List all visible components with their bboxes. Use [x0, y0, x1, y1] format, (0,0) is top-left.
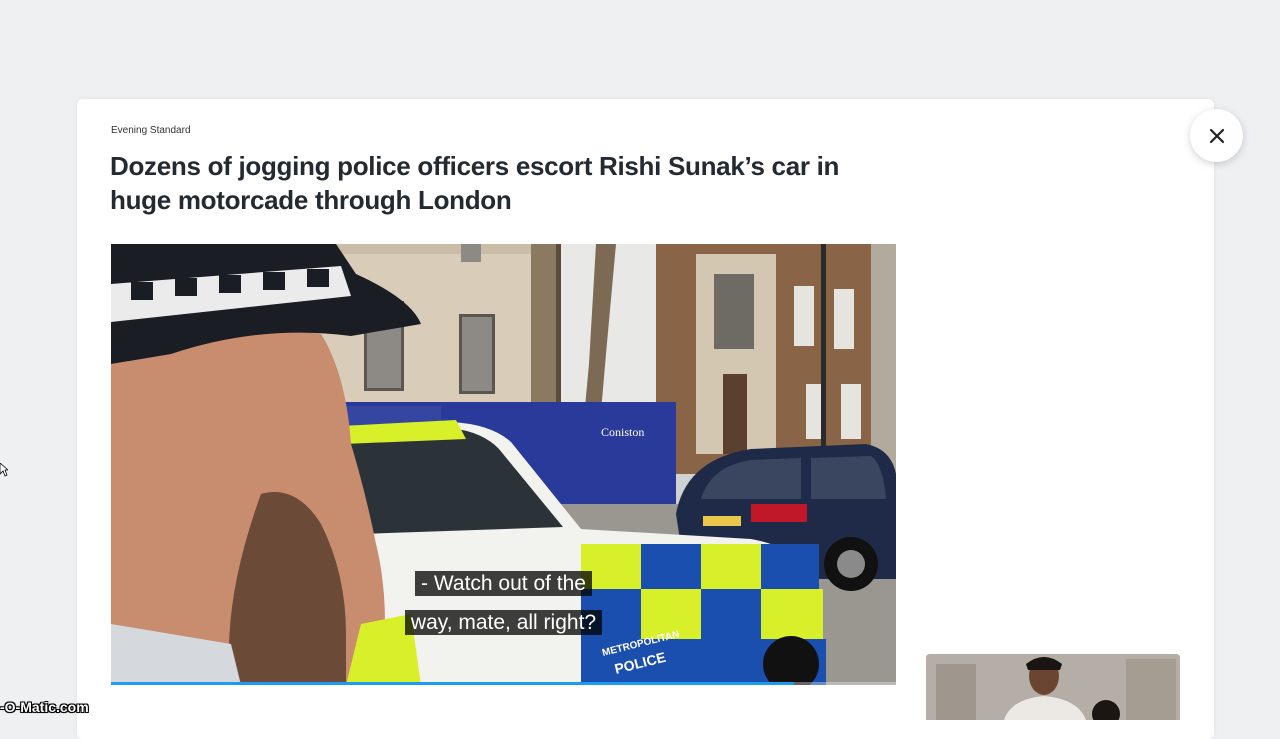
watermark-text: -O-Matic.com — [0, 699, 89, 715]
article-headline: Dozens of jogging police officers escort… — [110, 151, 840, 215]
video-frame: Coniston METROPOLITAN POLICE — [111, 244, 896, 685]
related-video-thumbnail[interactable] — [926, 654, 1180, 720]
hoarding-brand-text: Coniston — [601, 425, 644, 439]
close-icon — [1209, 128, 1224, 143]
mouse-cursor-icon — [0, 462, 10, 482]
video-player[interactable]: Coniston METROPOLITAN POLICE - Watch out… — [111, 244, 896, 685]
article-source[interactable]: Evening Standard — [111, 125, 191, 136]
video-progress-fill — [111, 682, 794, 685]
video-progress-bar[interactable] — [111, 682, 896, 685]
thumbnail-image — [926, 654, 1180, 720]
close-button[interactable] — [1190, 109, 1243, 162]
